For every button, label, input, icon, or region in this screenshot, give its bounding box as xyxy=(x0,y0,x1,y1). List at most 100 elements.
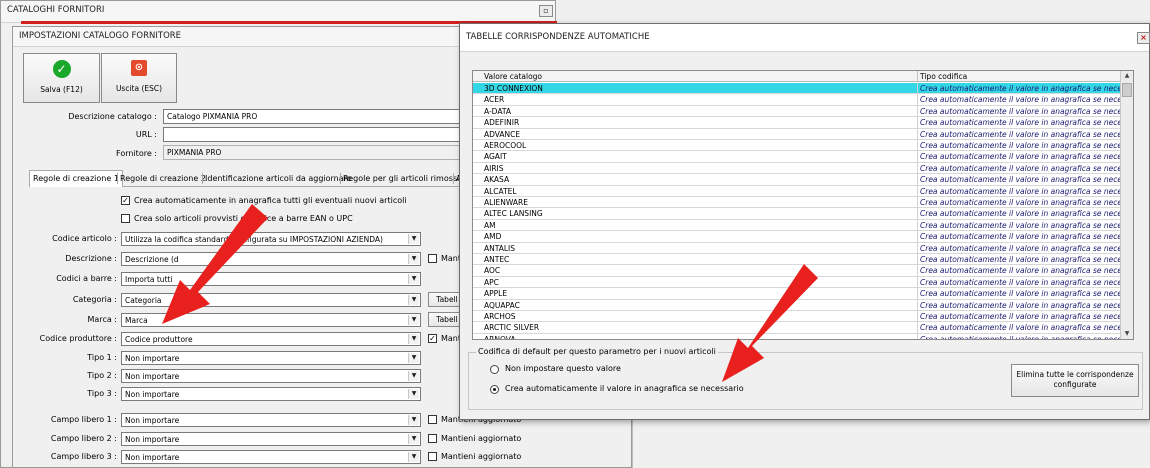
column-catalog-value[interactable]: Valore catalogo xyxy=(484,71,542,82)
free-field1-value: Non importare xyxy=(125,416,180,425)
free-field1-select[interactable]: Non importare ▼ xyxy=(121,413,421,427)
maintain-producer-checkbox[interactable]: ✓ xyxy=(428,334,437,343)
encoding-type-cell: Crea automaticamente il valore in anagra… xyxy=(917,197,1121,208)
table-row[interactable]: ADEFINIR Crea automaticamente il valore i… xyxy=(473,117,1121,129)
table-row[interactable]: AEROCOOL Crea automaticamente il valore i… xyxy=(473,140,1121,152)
tab-identification[interactable]: Identificazione articoli da aggiornare xyxy=(202,173,354,184)
maintain-description-checkbox[interactable] xyxy=(428,254,437,263)
table-row[interactable]: AKASA Crea automaticamente il valore in a… xyxy=(473,174,1121,186)
maintain-free1-checkbox[interactable] xyxy=(428,415,437,424)
free-field2-select[interactable]: Non importare ▼ xyxy=(121,432,421,446)
chevron-down-icon: ▼ xyxy=(408,415,419,425)
catalog-value-cell: A-DATA xyxy=(484,106,511,116)
scroll-down-icon[interactable]: ▼ xyxy=(1121,329,1133,339)
background-panel-right xyxy=(632,420,1150,468)
table-row[interactable]: ADVANCE Crea automaticamente il valore in… xyxy=(473,128,1121,140)
chevron-down-icon: ▼ xyxy=(408,295,419,305)
table-row[interactable]: AM Crea automaticamente il valore in anag… xyxy=(473,219,1121,232)
url-label: URL : xyxy=(135,130,157,139)
chevron-down-icon: ▼ xyxy=(408,334,419,344)
encoding-type-cell: Crea automaticamente il valore in anagra… xyxy=(917,242,1121,254)
chevron-down-icon: ▼ xyxy=(408,452,419,462)
catalog-value-cell: ANTALIS xyxy=(484,243,516,253)
delete-all-mappings-button[interactable]: Elimina tutte le corrispondenze configur… xyxy=(1011,364,1139,397)
chevron-down-icon: ▼ xyxy=(408,371,419,381)
type3-select[interactable]: Non importare ▼ xyxy=(121,387,421,401)
catalog-value-cell: ANTEC xyxy=(484,255,510,264)
check-icon: ✓ xyxy=(52,60,71,78)
table-row[interactable]: ALIENWARE Crea automaticamente il valore … xyxy=(473,197,1121,209)
maintain-free3-checkbox[interactable] xyxy=(428,452,437,461)
radio-do-not-set[interactable] xyxy=(490,365,499,374)
table-row[interactable]: ACER Crea automaticamente il valore in an… xyxy=(473,94,1121,106)
type2-select[interactable]: Non importare ▼ xyxy=(121,369,421,383)
restore-button[interactable]: ▫ xyxy=(539,5,553,17)
catalog-value-cell: ACER xyxy=(484,95,505,105)
table-row[interactable]: ALTEC LANSING Crea automaticamente il val… xyxy=(473,208,1121,220)
encoding-type-cell: Crea automaticamente il valore in anagra… xyxy=(917,254,1121,265)
grid-header: Valore catalogo Tipo codifica xyxy=(473,71,1121,82)
table-row[interactable]: AMD Crea automaticamente il valore in ana… xyxy=(473,231,1121,243)
table-row[interactable]: ANTALIS Crea automaticamente il valore in… xyxy=(473,242,1121,254)
maintain-free2-label: Mantieni aggiornato xyxy=(441,434,522,443)
scroll-thumb[interactable] xyxy=(1122,83,1132,97)
table-row[interactable]: ALCATEL Crea automaticamente il valore in… xyxy=(473,185,1121,197)
encoding-type-cell: Crea automaticamente il valore in anagra… xyxy=(917,288,1121,300)
free-field3-select[interactable]: Non importare ▼ xyxy=(121,450,421,464)
type1-select[interactable]: Non importare ▼ xyxy=(121,351,421,365)
catalog-value-cell: AGAIT xyxy=(484,152,507,162)
type2-label: Tipo 2 : xyxy=(87,371,117,380)
close-icon[interactable]: × xyxy=(1137,32,1150,44)
catalog-value-cell: ADEFINIR xyxy=(484,118,520,128)
tab-creation-rules-1[interactable]: Regole di creazione 1 xyxy=(29,170,123,187)
chevron-down-icon: ▼ xyxy=(408,274,419,284)
producer-code-label: Codice produttore : xyxy=(39,334,117,343)
encoding-type-cell: Crea automaticamente il valore in anagra… xyxy=(917,105,1121,117)
type3-label: Tipo 3 : xyxy=(87,389,117,398)
catalog-description-label: Descrizione catalogo : xyxy=(68,112,157,121)
catalog-value-cell: ARCTIC SILVER xyxy=(484,323,540,333)
tab-removed-articles[interactable]: Regole per gli articoli rimossi xyxy=(340,173,461,184)
free-field2-value: Non importare xyxy=(125,435,180,444)
catalog-value-cell: ARNOVA xyxy=(484,334,516,340)
type2-value: Non importare xyxy=(125,372,180,381)
encoding-type-cell: Crea automaticamente il valore in anagra… xyxy=(917,94,1121,106)
table-row[interactable]: A-DATA Crea automaticamente il valore in … xyxy=(473,105,1121,118)
type1-value: Non importare xyxy=(125,354,180,363)
encoding-type-cell: Crea automaticamente il valore in anagra… xyxy=(917,151,1121,163)
catalog-description-input[interactable]: Catalogo PIXMANIA PRO xyxy=(163,109,463,124)
encoding-type-cell: Crea automaticamente il valore in anagra… xyxy=(917,311,1121,322)
encoding-type-cell: Crea automaticamente il valore in anagra… xyxy=(917,185,1121,197)
exit-button[interactable]: ⊙ Uscita (ESC) xyxy=(101,53,177,103)
red-arrow-right xyxy=(722,264,818,382)
catalog-value-cell: AEROCOOL xyxy=(484,141,527,150)
encoding-type-cell: Crea automaticamente il valore in anagra… xyxy=(917,299,1121,311)
maintain-free2-checkbox[interactable] xyxy=(428,434,437,443)
delete-all-line1: Elimina tutte le corrispondenze xyxy=(1016,370,1134,379)
delete-all-line2: configurate xyxy=(1053,380,1097,389)
tab-creation-rules-2[interactable]: Regole di creazione 2 xyxy=(117,173,208,184)
auto-create-checkbox[interactable]: ✓ xyxy=(121,196,130,205)
table-row[interactable]: 3D CONNEXION Crea automaticamente il valo… xyxy=(473,83,1121,95)
free-field2-label: Campo libero 2 : xyxy=(50,434,117,443)
supplier-field: PIXMANIA PRO xyxy=(163,145,463,160)
red-arrow-left xyxy=(162,204,268,324)
radio-auto-create[interactable] xyxy=(490,385,499,394)
type3-value: Non importare xyxy=(125,390,180,399)
catalog-value-cell: AQUAPAC xyxy=(484,300,520,310)
encoding-type-cell: Crea automaticamente il valore in anagra… xyxy=(917,322,1121,334)
grid-scrollbar[interactable]: ▲ ▼ xyxy=(1120,71,1133,339)
url-input[interactable] xyxy=(163,127,463,142)
table-row[interactable]: AIRIS Crea automaticamente il valore in a… xyxy=(473,162,1121,175)
chevron-down-icon: ▼ xyxy=(408,434,419,444)
barcode-only-checkbox[interactable] xyxy=(121,214,130,223)
exit-icon: ⊙ xyxy=(131,60,147,76)
encoding-type-cell: Crea automaticamente il valore in anagra… xyxy=(917,128,1121,140)
free-field1-label: Campo libero 1 : xyxy=(50,415,117,424)
save-button[interactable]: ✓ Salva (F12) xyxy=(23,53,100,103)
encoding-type-cell: Crea automaticamente il valore in anagra… xyxy=(917,276,1121,288)
brand-label: Marca : xyxy=(87,315,117,324)
column-encoding-type[interactable]: Tipo codifica xyxy=(917,71,967,82)
scroll-up-icon[interactable]: ▲ xyxy=(1121,71,1133,81)
table-row[interactable]: AGAIT Crea automaticamente il valore in a… xyxy=(473,151,1121,163)
